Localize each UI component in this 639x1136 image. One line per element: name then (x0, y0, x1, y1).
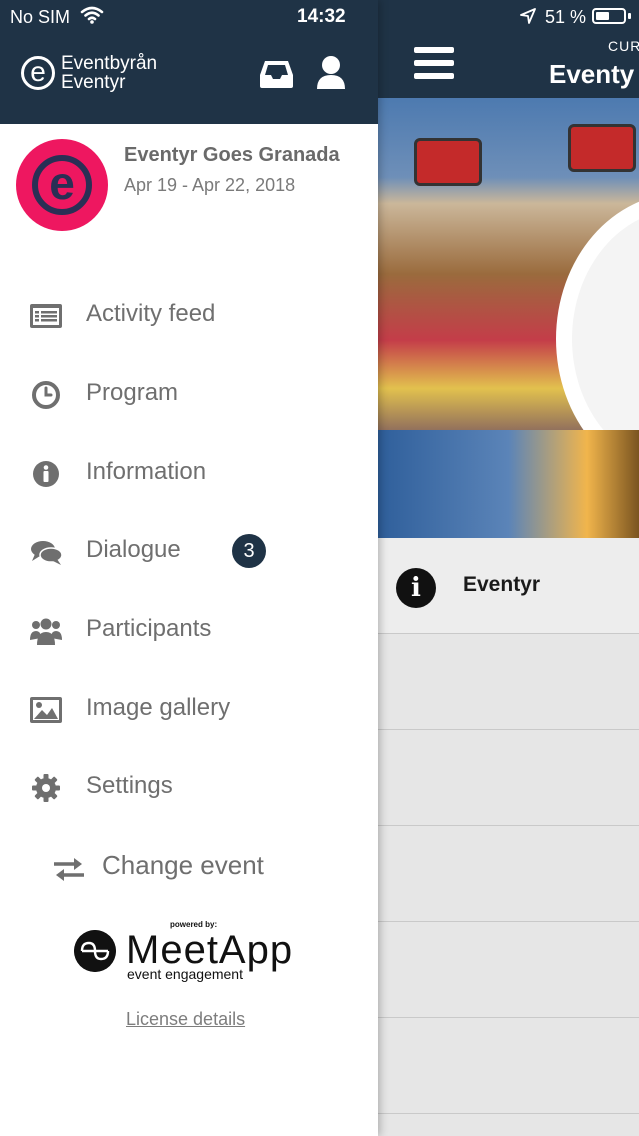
menu-item-label: Information (86, 458, 207, 485)
menu-item-label: Image gallery (86, 694, 231, 721)
event-dates: Apr 19 - Apr 22, 2018 (124, 175, 296, 195)
clock-time: 14:32 (297, 6, 346, 27)
list-item[interactable] (378, 922, 639, 1018)
license-details-link[interactable]: License details (126, 1009, 245, 1030)
info-list-item[interactable]: i Eventyr (378, 538, 639, 634)
menu-item-activity-feed[interactable]: Activity feed (0, 286, 378, 346)
logo-line-1: Eventbyrån (61, 53, 158, 74)
logo-line-2: Eventyr (61, 72, 126, 93)
background-header-subtitle: CUR (608, 38, 639, 54)
info-icon: i (396, 568, 436, 608)
menu-item-information[interactable]: Information (0, 444, 378, 504)
carrier-label: No SIM (10, 7, 71, 27)
swap-arrows-icon (54, 858, 84, 881)
clock-icon (32, 381, 60, 409)
menu-item-settings[interactable]: Settings (0, 758, 378, 818)
meetapp-tagline: event engagement (127, 966, 243, 982)
menu-item-label: Participants (86, 615, 212, 642)
list-item[interactable] (378, 826, 639, 922)
list-item[interactable] (378, 634, 639, 730)
unread-count-badge: 3 (232, 534, 266, 568)
menu-item-image-gallery[interactable]: Image gallery (0, 680, 378, 740)
event-logo-icon: e (32, 155, 92, 215)
gear-icon (32, 774, 60, 802)
event-name[interactable]: Eventyr Goes Granada (124, 144, 340, 167)
gondola-graphic (568, 124, 636, 172)
user-profile-icon[interactable] (316, 55, 346, 91)
battery-icon (592, 8, 626, 24)
status-bar: No SIM 14:32 51 % (0, 0, 639, 34)
users-icon (30, 618, 62, 645)
info-list-item-label: Eventyr (463, 573, 541, 596)
battery-percentage: 51 % (545, 7, 587, 27)
menu-item-label: Activity feed (86, 300, 216, 327)
change-event-button[interactable]: Change event (52, 843, 352, 893)
menu-item-program[interactable]: Program (0, 365, 378, 425)
change-event-label: Change event (102, 850, 264, 880)
menu-item-participants[interactable]: Participants (0, 601, 378, 661)
menu-item-label: Program (86, 379, 179, 406)
eventbyran-logo-text: Eventbyrån Eventyr (61, 54, 157, 92)
menu-item-dialogue[interactable]: Dialogue 3 (0, 522, 378, 582)
menu-item-label: Dialogue (86, 536, 181, 563)
banner-photo-strip (378, 430, 639, 538)
location-arrow-icon (520, 8, 536, 24)
list-item[interactable] (378, 1018, 639, 1114)
chat-icon (31, 541, 63, 565)
newspaper-icon (30, 304, 62, 328)
menu-item-label: Settings (86, 772, 173, 799)
meetapp-branding: powered by: MeetApp event engagement (74, 920, 314, 990)
hamburger-menu-icon[interactable] (414, 47, 454, 83)
gondola-graphic (414, 138, 482, 186)
eventbyran-logo-icon: e (21, 56, 55, 90)
info-icon (33, 461, 59, 487)
event-avatar: e (16, 139, 108, 231)
image-icon (30, 697, 62, 723)
side-drawer: e Eventbyrån Eventyr e Eventyr Goes Gran… (0, 0, 378, 1136)
background-header-title: Eventy (549, 59, 635, 89)
battery-tip (628, 13, 631, 19)
meetapp-logo-icon (74, 930, 116, 972)
inbox-icon[interactable] (259, 59, 294, 89)
list-item[interactable] (378, 730, 639, 826)
wifi-icon (80, 6, 104, 24)
